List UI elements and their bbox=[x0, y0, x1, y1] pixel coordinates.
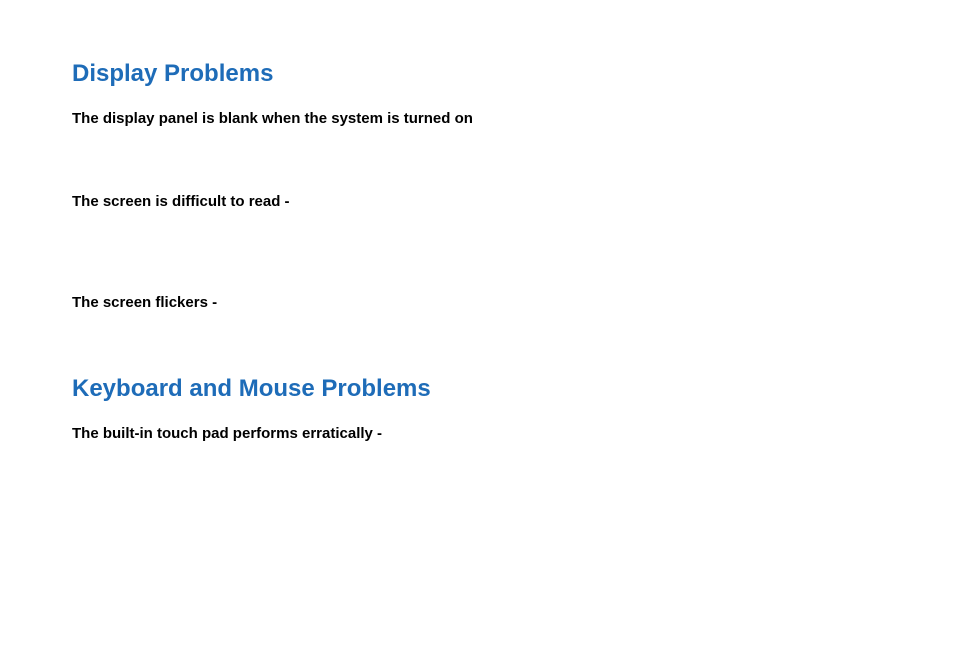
problem-item: The screen is difficult to read - bbox=[72, 191, 882, 212]
problem-item: The display panel is blank when the syst… bbox=[72, 108, 882, 129]
problem-item: The built-in touch pad performs erratica… bbox=[72, 423, 882, 444]
section-heading-display-problems: Display Problems bbox=[72, 60, 882, 88]
problem-item: The screen flickers - bbox=[72, 292, 882, 313]
section-heading-keyboard-mouse-problems: Keyboard and Mouse Problems bbox=[72, 375, 882, 403]
